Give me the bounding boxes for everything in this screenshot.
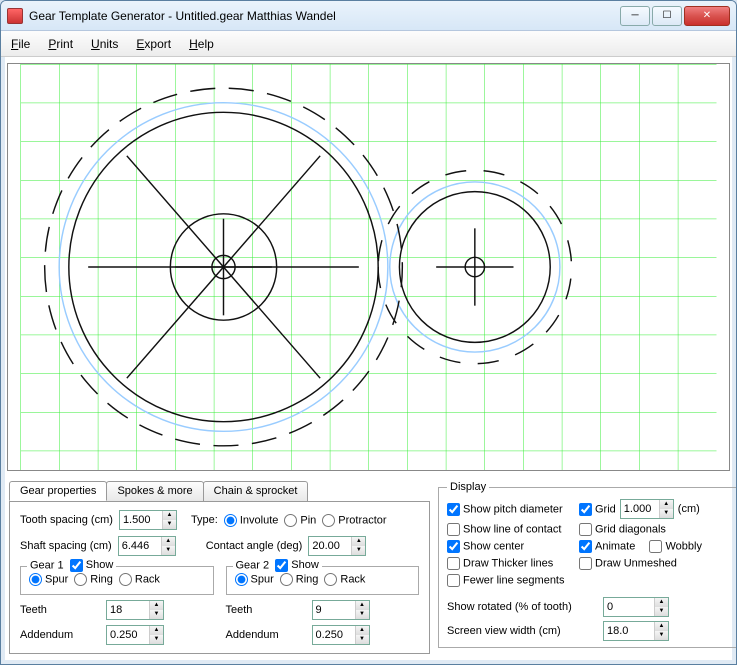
tab-gear-properties[interactable]: Gear properties [9,481,107,501]
contact-angle-field[interactable] [309,537,351,555]
show-rotated-input[interactable]: ▲▼ [603,597,669,617]
spinner[interactable]: ▲▼ [351,537,365,555]
teeth2-input[interactable]: ▲▼ [312,600,370,620]
gear1-group: Gear 1 Show Spur Ring Rack [20,566,214,595]
type-label: Type: [191,514,218,526]
left-panel: Gear properties Spokes & more Chain & sp… [9,481,430,654]
gear2-group: Gear 2 Show Spur Ring Rack [226,566,420,595]
gear2-rack-radio[interactable]: Rack [324,573,365,586]
menu-export[interactable]: Export [136,37,171,51]
fewer-segments-checkbox[interactable]: Fewer line segments [447,574,565,587]
gear-canvas[interactable] [7,63,730,471]
show-center-checkbox[interactable]: Show center [447,540,524,553]
tab-chain[interactable]: Chain & sprocket [203,481,309,501]
window-title: Gear Template Generator - Untitled.gear … [29,9,620,23]
app-icon [7,8,23,24]
tab-spokes[interactable]: Spokes & more [106,481,203,501]
maximize-button[interactable]: ☐ [652,6,682,26]
bottom-panels: Gear properties Spokes & more Chain & sp… [1,477,736,664]
titlebar: Gear Template Generator - Untitled.gear … [1,1,736,31]
grid-diag-checkbox[interactable]: Grid diagonals [579,523,666,536]
window-buttons: ─ ☐ ✕ [620,6,730,26]
gear1-ring-radio[interactable]: Ring [74,573,113,586]
screen-width-input[interactable]: ▲▼ [603,621,669,641]
gear2-spur-radio[interactable]: Spur [235,573,274,586]
display-group: Display Show pitch diameter Grid ▲▼ (cm)… [438,481,737,648]
gear1-rack-radio[interactable]: Rack [119,573,160,586]
wobbly-checkbox[interactable]: Wobbly [649,540,701,553]
teeth1-label: Teeth [20,604,100,616]
menubar: File Print Units Export Help [1,31,736,57]
gear1-legend: Gear 1 [30,559,64,571]
shaft-spacing-input[interactable]: ▲▼ [118,536,176,556]
contact-angle-label: Contact angle (deg) [206,540,303,552]
draw-unmeshed-checkbox[interactable]: Draw Unmeshed [579,557,677,570]
addendum2-label: Addendum [226,629,306,641]
show-pitch-checkbox[interactable]: Show pitch diameter [447,503,563,516]
menu-help[interactable]: Help [189,37,214,51]
menu-file[interactable]: File [11,37,30,51]
grid-unit-label: (cm) [678,503,700,515]
shaft-spacing-field[interactable] [119,537,161,555]
app-window: Gear Template Generator - Untitled.gear … [0,0,737,665]
gear1-show-checkbox[interactable]: Show [70,559,114,571]
teeth1-input[interactable]: ▲▼ [106,600,164,620]
type-pin-radio[interactable]: Pin [284,514,316,527]
addendum1-input[interactable]: ▲▼ [106,625,164,645]
tooth-spacing-label: Tooth spacing (cm) [20,514,113,526]
contact-angle-input[interactable]: ▲▼ [308,536,366,556]
draw-thicker-checkbox[interactable]: Draw Thicker lines [447,557,553,570]
gear1-spur-radio[interactable]: Spur [29,573,68,586]
minimize-button[interactable]: ─ [620,6,650,26]
show-rotated-label: Show rotated (% of tooth) [447,601,597,613]
menu-units[interactable]: Units [91,37,118,51]
tooth-spacing-input[interactable]: ▲▼ [119,510,177,530]
grid-size-input[interactable]: ▲▼ [620,499,674,519]
addendum2-input[interactable]: ▲▼ [312,625,370,645]
spinner[interactable]: ▲▼ [162,511,176,529]
tab-page-gear-properties: Tooth spacing (cm) ▲▼ Type: Involute Pin… [9,501,430,654]
type-involute-radio[interactable]: Involute [224,514,279,527]
spinner[interactable]: ▲▼ [161,537,175,555]
display-legend: Display [447,481,489,493]
animate-checkbox[interactable]: Animate [579,540,635,553]
addendum1-label: Addendum [20,629,100,641]
close-button[interactable]: ✕ [684,6,730,26]
right-panel: Display Show pitch diameter Grid ▲▼ (cm)… [438,481,728,654]
screen-width-label: Screen view width (cm) [447,625,597,637]
show-line-contact-checkbox[interactable]: Show line of contact [447,523,561,536]
grid-checkbox[interactable]: Grid [579,503,616,516]
shaft-spacing-label: Shaft spacing (cm) [20,540,112,552]
tooth-spacing-field[interactable] [120,511,162,529]
gear2-legend: Gear 2 [236,559,270,571]
gear2-ring-radio[interactable]: Ring [280,573,319,586]
gear-svg [8,64,729,470]
teeth2-label: Teeth [226,604,306,616]
tab-strip: Gear properties Spokes & more Chain & sp… [9,481,430,501]
type-protractor-radio[interactable]: Protractor [322,514,386,527]
menu-print[interactable]: Print [48,37,73,51]
gear2-show-checkbox[interactable]: Show [275,559,319,571]
